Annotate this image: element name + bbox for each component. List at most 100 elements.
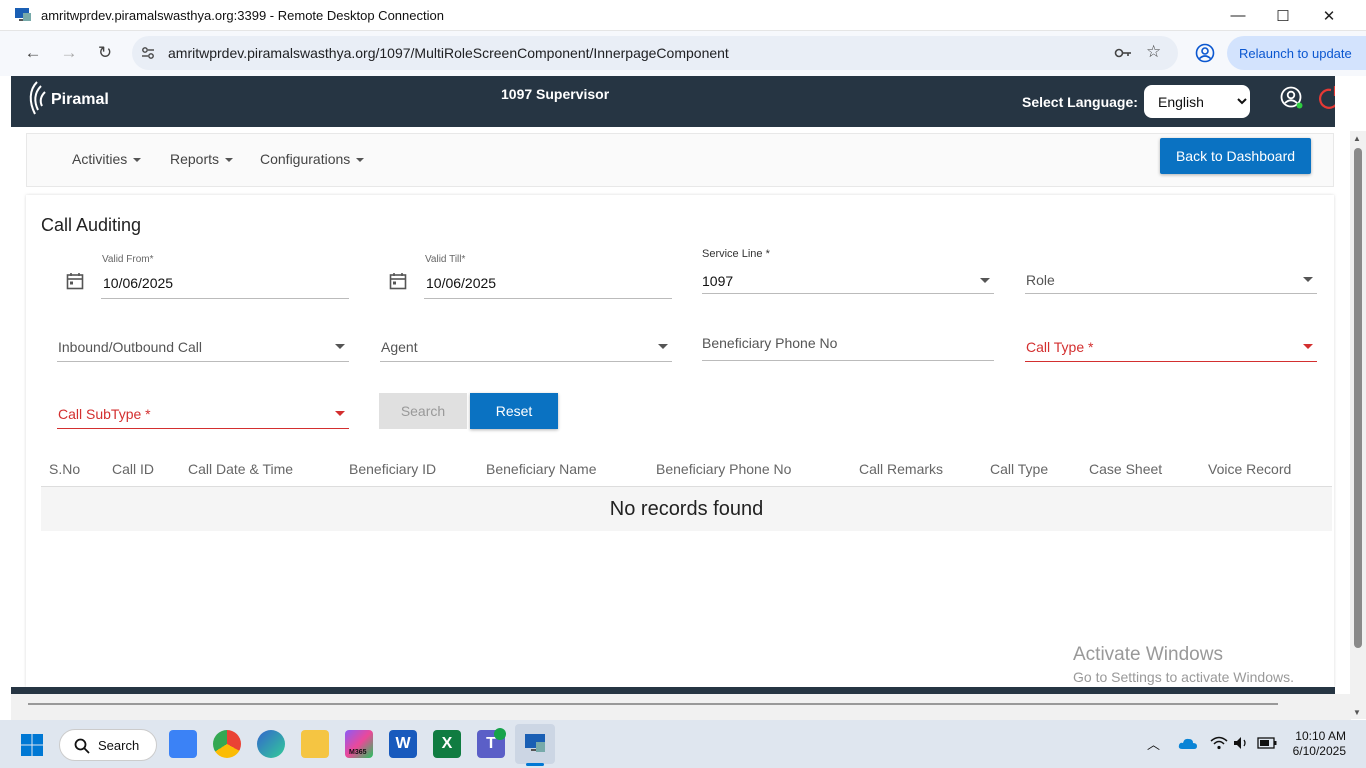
m365-icon[interactable]: M365 [345,730,373,758]
chevron-up-icon[interactable]: ︿ [1147,734,1160,753]
taskbar-search-label: Search [98,738,140,753]
agent-underline [380,361,672,362]
remote-desktop-icon [15,8,31,21]
valid-from-underline [101,298,349,299]
excel-icon[interactable]: X [433,730,461,758]
horizontal-scrollbar[interactable] [11,694,1351,720]
clock-date: 6/10/2025 [1292,744,1346,758]
dropdown-arrow-icon[interactable] [335,411,345,416]
windows-start-icon[interactable] [20,733,44,757]
close-button[interactable]: ✕ [1306,0,1352,31]
scroll-down-arrow-icon[interactable]: ▼ [1353,708,1361,717]
calendar-icon[interactable] [66,272,84,290]
search-button[interactable]: Search [379,393,467,429]
star-bookmark-icon[interactable]: ☆ [1146,42,1161,62]
call-subtype-underline [57,428,349,429]
horizontal-scrollbar-thumb[interactable] [28,703,1278,705]
caret-down-icon [225,158,234,163]
valid-till-underline [424,298,672,299]
m365-label: M365 [349,749,367,756]
valid-from-label: Valid From* [102,254,154,265]
url-text: amritwprdev.piramalswasthya.org/1097/Mul… [168,45,729,61]
valid-from-input[interactable]: 10/06/2025 [103,275,173,291]
word-icon[interactable]: W [389,730,417,758]
user-account-icon[interactable] [1280,86,1304,110]
minimize-button[interactable]: — [1215,0,1261,31]
reset-button[interactable]: Reset [470,393,558,429]
menu-reports-label: Reports [170,151,220,167]
role-underline [1025,293,1317,294]
browser-toolbar: ← → ↻ amritwprdev.piramalswasthya.org/10… [0,31,1366,76]
clock-time: 10:10 AM [1295,729,1346,743]
logo-text: Piramal [51,91,109,108]
menu-configurations[interactable]: Configurations [260,151,365,167]
microsoft-store-icon[interactable] [169,730,197,758]
chrome-icon[interactable] [213,730,241,758]
beneficiary-phone-input[interactable]: Beneficiary Phone No [702,335,837,351]
piramal-logo-icon [29,81,46,115]
site-info-icon[interactable] [140,45,156,61]
page-title: 1097 Supervisor [501,86,610,102]
calendar-icon[interactable] [389,272,407,290]
relaunch-button[interactable]: Relaunch to update [1227,36,1366,70]
reload-icon[interactable]: ↻ [91,39,119,67]
dropdown-arrow-icon[interactable] [1303,344,1313,349]
inbound-outbound-select[interactable]: Inbound/Outbound Call [58,339,202,355]
key-icon[interactable] [1114,46,1132,60]
activate-windows-title: Activate Windows [1073,644,1223,665]
call-type-underline [1025,361,1317,362]
remote-desktop-taskbar-icon[interactable] [523,731,547,755]
section-title: Call Auditing [41,215,142,235]
taskbar-search[interactable]: Search [59,729,157,761]
valid-till-label: Valid Till* [425,254,466,265]
app-footer-bar [11,687,1335,694]
dropdown-arrow-icon[interactable] [335,344,345,349]
menu-configurations-label: Configurations [260,151,351,167]
maximize-button[interactable]: ☐ [1260,0,1306,31]
inbound-outbound-underline [57,361,349,362]
windows-taskbar: Search M365 W X T ︿ 10:10 AM 6/10/2025 [0,720,1366,768]
back-to-dashboard-button[interactable]: Back to Dashboard [1160,138,1311,174]
column-header-call-remarks: Call Remarks [859,461,944,477]
column-header-call-id: Call ID [112,461,155,477]
language-select[interactable]: English [1144,85,1250,118]
role-select[interactable]: Role [1026,272,1055,288]
volume-icon[interactable] [1233,736,1249,750]
column-header-sno: S.No [49,461,81,477]
profile-icon[interactable] [1195,43,1215,63]
column-header-case-sheet: Case Sheet [1089,461,1163,477]
forward-arrow-icon[interactable]: → [55,39,83,67]
vertical-scrollbar-thumb[interactable] [1354,148,1362,648]
caret-down-icon [356,158,365,163]
valid-till-input[interactable]: 10/06/2025 [426,275,496,291]
rdp-title-bar: amritwprdev.piramalswasthya.org:3399 - R… [0,0,1366,31]
dropdown-arrow-icon[interactable] [980,278,990,283]
column-header-voice-record: Voice Record [1208,461,1292,477]
system-clock[interactable]: 10:10 AM 6/10/2025 [1290,729,1346,759]
power-logout-icon[interactable] [1319,85,1335,109]
dropdown-arrow-icon[interactable] [1303,277,1313,282]
app-header: Piramal 1097 Supervisor Select Language:… [11,76,1335,127]
agent-select[interactable]: Agent [381,339,418,355]
onedrive-cloud-icon[interactable] [1178,736,1198,750]
empty-table-message: No records found [41,487,1332,531]
call-subtype-select[interactable]: Call SubType * [58,406,151,422]
back-arrow-icon[interactable]: ← [19,39,47,67]
wifi-icon[interactable] [1210,736,1228,750]
address-bar[interactable]: amritwprdev.piramalswasthya.org/1097/Mul… [132,36,1178,70]
column-header-beneficiary-name: Beneficiary Name [486,461,597,477]
active-app-indicator [526,763,544,766]
call-type-select[interactable]: Call Type * [1026,339,1093,355]
menu-activities[interactable]: Activities [72,151,142,167]
dropdown-arrow-icon[interactable] [658,344,668,349]
menu-activities-label: Activities [72,151,128,167]
search-icon [74,738,90,754]
teams-status-icon [494,728,506,740]
scroll-up-arrow-icon[interactable]: ▲ [1353,134,1361,143]
battery-icon[interactable] [1257,737,1277,749]
service-line-select[interactable]: 1097 [702,273,733,289]
edge-icon[interactable] [257,730,285,758]
menu-reports[interactable]: Reports [170,151,234,167]
rdp-window-title: amritwprdev.piramalswasthya.org:3399 - R… [41,8,444,23]
file-explorer-icon[interactable] [301,730,329,758]
